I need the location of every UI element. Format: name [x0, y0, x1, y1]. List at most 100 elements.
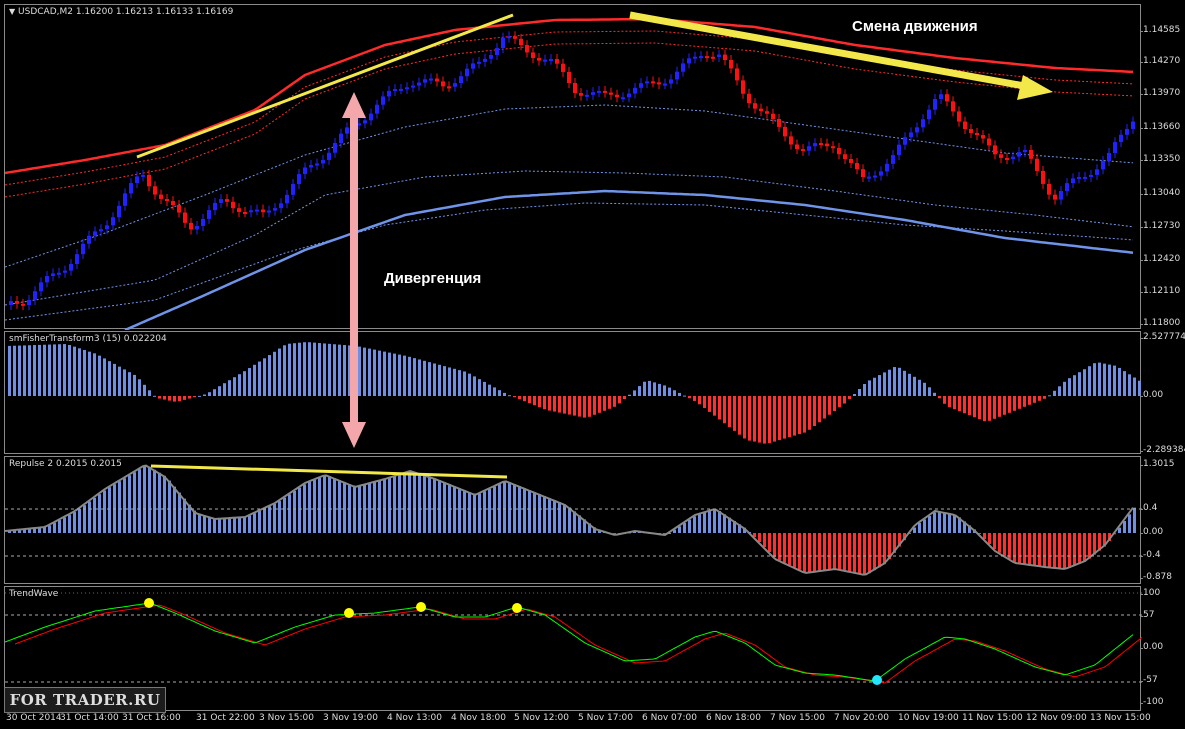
fisher-tick: 2.527774 — [1140, 332, 1185, 342]
fisher-bar — [268, 355, 271, 396]
collapse-triangle-icon[interactable]: ▼ — [9, 7, 15, 16]
arrow-up-icon — [342, 92, 366, 118]
fisher-bar — [573, 396, 576, 416]
candlestick — [1131, 121, 1135, 129]
candlestick — [921, 119, 925, 128]
fisher-bar — [768, 396, 771, 444]
repulse-pane[interactable]: Repulse 2 0.2015 0.2015 — [4, 456, 1142, 584]
candlestick — [141, 174, 145, 177]
candlestick — [789, 136, 793, 145]
candlestick — [945, 94, 949, 102]
candlestick — [615, 94, 619, 98]
fisher-bar — [278, 348, 281, 396]
candlestick — [663, 83, 667, 86]
candlestick — [411, 85, 415, 88]
candlestick — [717, 54, 721, 57]
repulse-bar — [138, 469, 141, 533]
candlestick — [1023, 149, 1027, 153]
fisher-bar — [273, 351, 276, 396]
repulse-bar — [438, 480, 441, 533]
candlestick — [51, 273, 55, 277]
repulse-bar — [163, 475, 166, 533]
fisher-bar — [888, 369, 891, 396]
repulse-bar — [178, 492, 181, 533]
trendwave-axis[interactable]: 100 57 0.00 -57 -100 — [1139, 586, 1185, 711]
fisher-bar — [583, 396, 586, 418]
time-tick: 5 Nov 17:00 — [578, 713, 633, 723]
candlestick — [981, 135, 985, 139]
fisher-bar — [648, 380, 651, 396]
fisher-bar — [1048, 395, 1051, 397]
trendwave-pane[interactable]: TrendWave — [4, 586, 1142, 711]
repulse-bar — [838, 533, 841, 570]
repulse-bar — [773, 533, 776, 557]
candlestick — [171, 201, 175, 206]
candlestick — [177, 205, 181, 213]
fisher-bar — [983, 396, 986, 422]
fisher-bar — [773, 396, 776, 442]
fisher-bar — [1103, 363, 1106, 396]
fisher-bar — [1018, 396, 1021, 409]
fisher-bar — [1008, 396, 1011, 413]
fisher-bar — [718, 396, 721, 420]
fisher-bar — [538, 396, 541, 408]
repulse-axis[interactable]: 1.3015 0.4 0.00 -0.4 -0.878 — [1139, 456, 1185, 584]
fisher-bar — [613, 396, 616, 407]
candlestick — [333, 143, 337, 153]
fisher-bar — [593, 396, 596, 415]
repulse-bar — [58, 520, 61, 533]
fisher-bar — [13, 345, 16, 396]
repulse-bar — [528, 490, 531, 533]
time-axis[interactable]: 30 Oct 2014 31 Oct 14:00 31 Oct 16:00 31… — [4, 711, 1151, 729]
repulse-bar — [693, 516, 696, 533]
repulse-bar — [1028, 533, 1031, 565]
time-tick: 31 Oct 16:00 — [122, 713, 181, 723]
fisher-bar — [88, 351, 91, 396]
repulse-bar — [268, 506, 271, 533]
repulse-bar — [503, 481, 506, 533]
repulse-bar — [358, 486, 361, 533]
fisher-bar — [223, 383, 226, 396]
trendwave-label: TrendWave — [9, 589, 59, 599]
candlestick — [693, 56, 697, 59]
fisher-bar — [218, 386, 221, 396]
candlestick — [375, 104, 379, 114]
repulse-bar — [1088, 533, 1091, 559]
repulse-bar — [263, 508, 266, 533]
repulse-bar — [278, 501, 281, 533]
fisher-bar — [1068, 378, 1071, 396]
fisher-bar — [918, 379, 921, 396]
candlestick — [885, 163, 889, 172]
candlestick — [129, 183, 133, 194]
fisher-bar — [453, 368, 456, 396]
repulse-bar — [1078, 533, 1081, 564]
fisher-bar — [313, 342, 316, 396]
fisher-axis[interactable]: 2.527774 0.00 -2.289384 — [1139, 331, 1185, 455]
candlestick — [675, 71, 679, 80]
candlestick — [561, 63, 565, 72]
fisher-bar — [893, 367, 896, 396]
fisher-bar — [1073, 375, 1076, 396]
price-tick: 1.13660 — [1139, 122, 1181, 132]
fisher-transform-pane[interactable]: smFisherTransform3 (15) 0.022204 — [4, 331, 1141, 454]
candlestick — [135, 176, 139, 184]
repulse-bar — [848, 533, 851, 572]
candlestick — [741, 80, 745, 94]
repulse-bar — [808, 533, 811, 573]
candlestick — [87, 235, 91, 244]
fisher-bar — [303, 342, 306, 396]
repulse-bar — [1123, 521, 1126, 533]
fisher-bar — [938, 396, 941, 399]
repulse-bar — [183, 498, 186, 533]
price-chart-pane[interactable]: ▼ USDCAD,M2 1.16200 1.16213 1.16133 1.16… — [4, 4, 1141, 330]
price-axis[interactable]: 1.14585 1.14270 1.13970 1.13660 1.13350 … — [1139, 4, 1185, 329]
price-chart-canvas — [5, 11, 1135, 330]
price-tick: 1.13970 — [1139, 88, 1181, 98]
fisher-bar — [943, 396, 946, 404]
candlestick — [861, 169, 865, 177]
candlestick — [261, 209, 265, 213]
candlestick — [573, 82, 577, 94]
fisher-bar — [908, 373, 911, 396]
fisher-bar — [478, 379, 481, 396]
fisher-bar — [183, 396, 186, 400]
